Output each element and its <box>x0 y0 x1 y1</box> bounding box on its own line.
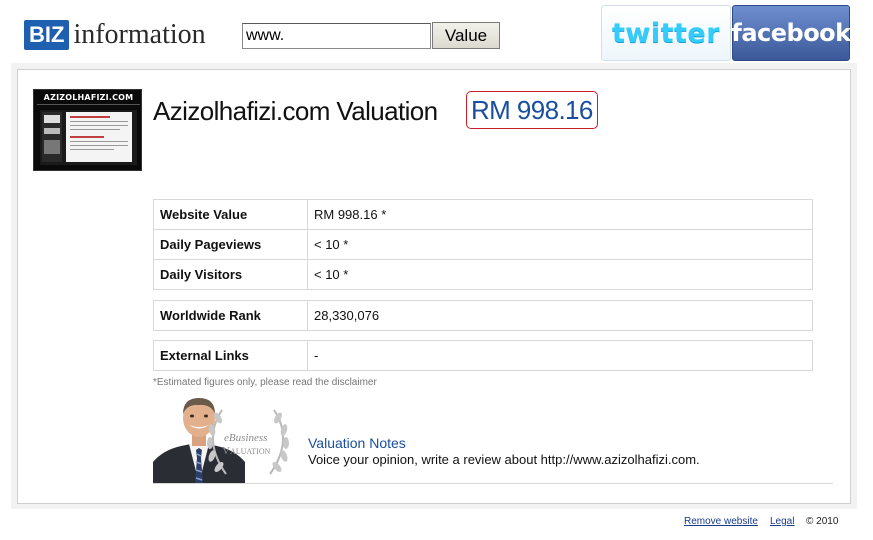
valuation-notes-text: Voice your opinion, write a review about… <box>308 452 700 467</box>
traffic-stats-table: Website Value RM 998.16 * Daily Pageview… <box>153 199 813 290</box>
badge-text: Valuation <box>222 445 271 457</box>
stat-label: Daily Pageviews <box>153 229 308 260</box>
footer-legal[interactable]: Legal <box>770 516 794 527</box>
site-logo[interactable]: BIZ information <box>24 20 206 50</box>
valuation-notes-promo: eBusiness Valuation Valuation Notes Voic… <box>153 392 833 484</box>
logo-badge: BIZ <box>24 20 70 50</box>
facebook-button[interactable]: facebook <box>731 5 851 61</box>
disclaimer-note: *Estimated figures only, please read the… <box>153 377 377 388</box>
stat-label: Daily Visitors <box>153 259 308 290</box>
rank-table: Worldwide Rank 28,330,076 <box>153 300 813 331</box>
table-row: External Links - <box>153 340 813 371</box>
stat-value: RM 998.16 * <box>307 199 813 230</box>
thumbnail-caption: AZIZOLHAFIZI.COM <box>37 93 140 105</box>
header: BIZ information Value twitter facebook <box>0 0 873 68</box>
page-title: Azizolhafizi.com Valuation <box>153 96 438 126</box>
twitter-button[interactable]: twitter <box>601 5 731 61</box>
remove-website-link[interactable]: Remove website <box>684 516 758 527</box>
stat-label: Website Value <box>153 199 308 230</box>
logo-word: information <box>73 19 206 50</box>
valuation-amount: RM 998.16 <box>466 91 598 129</box>
links-table: External Links - <box>153 340 813 371</box>
badge-text: eBusiness <box>224 432 268 444</box>
valuation-notes-link[interactable]: Valuation Notes <box>308 435 406 451</box>
table-row: Website Value RM 998.16 * <box>153 199 813 230</box>
value-button[interactable]: Value <box>432 22 500 49</box>
stat-label: Worldwide Rank <box>153 300 308 331</box>
table-row: Daily Pageviews < 10 * <box>153 229 813 260</box>
facebook-logo-icon: facebook <box>731 19 851 47</box>
footer-remove[interactable]: Remove website <box>684 516 758 527</box>
website-thumbnail: AZIZOLHAFIZI.COM <box>33 89 142 171</box>
legal-link[interactable]: Legal <box>770 516 794 527</box>
twitter-logo-icon: twitter <box>611 17 721 49</box>
table-row: Worldwide Rank 28,330,076 <box>153 300 813 331</box>
website-url-input[interactable] <box>242 23 431 49</box>
copyright-text: © 2010 <box>806 516 839 527</box>
stat-value: - <box>307 340 813 371</box>
stat-value: 28,330,076 <box>307 300 813 331</box>
stat-label: External Links <box>153 340 308 371</box>
table-row: Daily Visitors < 10 * <box>153 259 813 290</box>
stat-value: < 10 * <box>307 229 813 260</box>
stat-value: < 10 * <box>307 259 813 290</box>
thumbnail-page-preview <box>40 110 137 165</box>
